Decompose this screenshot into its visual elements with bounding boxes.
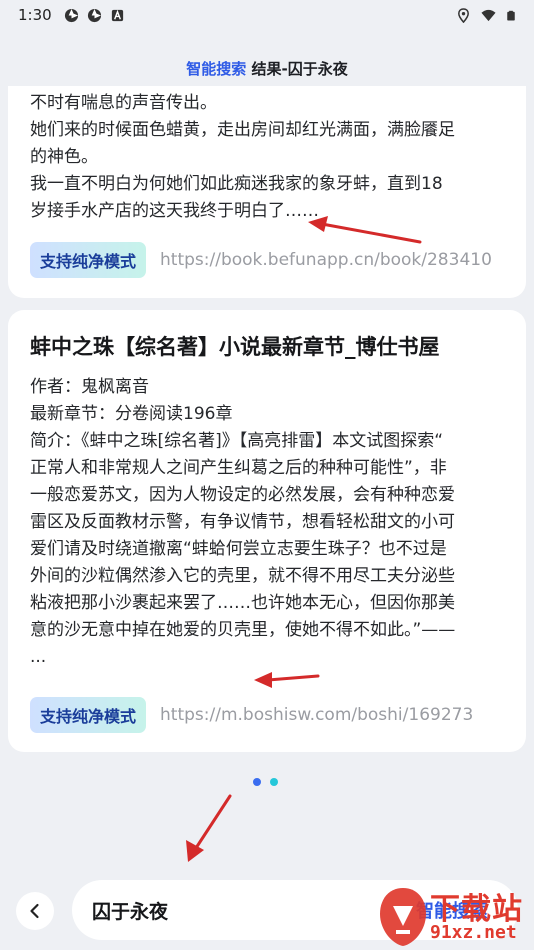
status-bar: 1:30 bbox=[0, 0, 534, 30]
battery-icon bbox=[507, 10, 515, 20]
pure-mode-button[interactable]: 支持纯净模式 bbox=[30, 697, 147, 733]
aperture-icon bbox=[87, 8, 101, 22]
snippet-line: 的神色。 bbox=[30, 147, 98, 167]
snippet-line: 一般恋爱苏文，因为人物设定的必然发展，会有种种恋爱 bbox=[30, 485, 455, 505]
snippet-line: ... bbox=[30, 647, 47, 667]
location-icon bbox=[458, 7, 469, 23]
result-footer: 支持纯净模式 https://m.boshisw.com/boshi/16927… bbox=[30, 696, 504, 734]
page-indicator bbox=[253, 778, 278, 786]
result-title[interactable]: 蚌中之珠【综名著】小说最新章节_博仕书屋 bbox=[8, 310, 526, 362]
result-snippet: 不时有喘息的声音传出。 她们来的时候面色蜡黄，走出房间却红光满面，满脸餍足 的神… bbox=[8, 86, 526, 225]
snippet-line: 简介：《蚌中之珠[综名著]》【高亮排雷】本文试图探索“ bbox=[30, 431, 444, 451]
result-url-link[interactable]: https://m.boshisw.com/boshi/169273 bbox=[160, 705, 504, 725]
result-card[interactable]: 不时有喘息的声音传出。 她们来的时候面色蜡黄，走出房间却红光满面，满脸餍足 的神… bbox=[8, 86, 526, 298]
snippet-line: 爱们请及时绕道撤离“蚌蛤何尝立志要生珠子？也不过是 bbox=[30, 539, 447, 559]
status-icons-right bbox=[456, 7, 516, 23]
pure-mode-button[interactable]: 支持纯净模式 bbox=[30, 242, 147, 278]
snippet-line: 岁接手水产店的这天我终于明白了…… bbox=[30, 201, 319, 221]
snippet-line: 外间的沙粒偶然渗入它的壳里，就不得不用尽工夫分泌些 bbox=[30, 566, 455, 586]
annotation-arrow bbox=[186, 794, 232, 862]
page-dot[interactable] bbox=[270, 778, 278, 786]
watermark-logo: 下载站 91xz.net bbox=[372, 884, 534, 950]
snippet-line: 意的沙无意中掉在她爱的贝壳里，使她不得不如此。”—— bbox=[30, 620, 456, 640]
result-card[interactable]: 蚌中之珠【综名著】小说最新章节_博仕书屋 作者：鬼枫离音 最新章节：分卷阅读19… bbox=[8, 310, 526, 752]
result-url-link[interactable]: https://book.befunapp.cn/book/283410 bbox=[160, 250, 504, 270]
download-site-logo-icon bbox=[380, 888, 426, 946]
snippet-line: 雷区及反面教材示警，有争议情节，想看轻松甜文的小可 bbox=[30, 512, 455, 532]
back-button[interactable] bbox=[16, 892, 54, 930]
snippet-line: 作者：鬼枫离音 bbox=[30, 377, 149, 397]
snippet-line: 正常人和非常规人之间产生纠葛之后的种种可能性”，非 bbox=[30, 458, 447, 478]
snippet-line: 她们来的时候面色蜡黄，走出房间却红光满面，满脸餍足 bbox=[30, 120, 455, 140]
aperture-icon bbox=[64, 8, 78, 22]
title-accent: 智能搜索 bbox=[186, 60, 247, 78]
watermark-domain: 91xz.net bbox=[430, 922, 517, 943]
chevron-left-icon bbox=[30, 903, 39, 919]
title-text: 结果-囚于永夜 bbox=[251, 60, 348, 78]
result-footer: 支持纯净模式 https://book.befunapp.cn/book/283… bbox=[30, 241, 504, 279]
snippet-line: 不时有喘息的声音传出。 bbox=[30, 93, 217, 113]
status-time: 1:30 bbox=[18, 6, 52, 24]
notification-a-icon bbox=[111, 9, 123, 21]
snippet-line: 我一直不明白为何她们如此痴迷我家的象牙蚌，直到18 bbox=[30, 174, 443, 194]
snippet-line: 粘液把那小沙裹起来罢了……也许她本无心，但因你那美 bbox=[30, 593, 455, 613]
status-icons-left bbox=[64, 8, 125, 23]
result-snippet: 作者：鬼枫离音 最新章节：分卷阅读196章 简介：《蚌中之珠[综名著]》【高亮排… bbox=[8, 362, 526, 671]
page-dot-active[interactable] bbox=[253, 778, 261, 786]
page-title: 智能搜索 结果-囚于永夜 bbox=[0, 58, 534, 86]
snippet-line: 最新章节：分卷阅读196章 bbox=[30, 404, 233, 424]
search-input-value[interactable]: 囚于永夜 bbox=[92, 897, 416, 924]
wifi-icon bbox=[481, 9, 496, 21]
